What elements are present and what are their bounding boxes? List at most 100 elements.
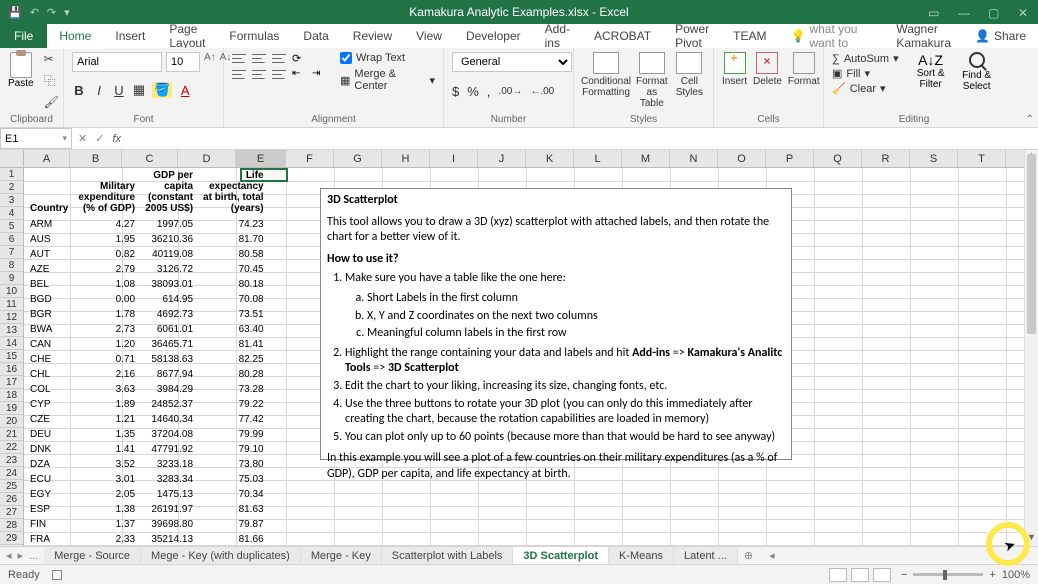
insert-cells-button[interactable]: Insert bbox=[722, 52, 747, 87]
hscroll-left-icon[interactable]: ◂ bbox=[765, 547, 779, 564]
align-top-icon[interactable] bbox=[232, 52, 246, 64]
cancel-formula-icon[interactable]: ✕ bbox=[78, 132, 87, 145]
row-header-16[interactable]: 16 bbox=[0, 363, 23, 376]
format-painter-icon[interactable]: 🖌 bbox=[44, 95, 59, 109]
align-center-icon[interactable] bbox=[252, 68, 266, 80]
share-button[interactable]: 👤 Share bbox=[963, 24, 1038, 48]
format-cells-button[interactable]: Format bbox=[788, 52, 820, 87]
row-header-26[interactable]: 26 bbox=[0, 493, 23, 506]
tab-view[interactable]: View bbox=[404, 24, 454, 48]
row-header-13[interactable]: 13 bbox=[0, 324, 23, 337]
align-right-icon[interactable] bbox=[272, 68, 286, 80]
tab-team[interactable]: TEAM bbox=[721, 24, 778, 48]
col-header-G[interactable]: G bbox=[334, 150, 382, 167]
row-header-12[interactable]: 12 bbox=[0, 311, 23, 324]
row-header-2[interactable]: 2 bbox=[0, 181, 23, 194]
zoom-slider[interactable] bbox=[913, 573, 983, 576]
row-header-6[interactable]: 6 bbox=[0, 233, 23, 246]
col-header-C[interactable]: C bbox=[122, 150, 178, 167]
row-header-29[interactable]: 29 bbox=[0, 532, 23, 545]
undo-icon[interactable]: ↶ bbox=[30, 6, 39, 19]
view-normal-icon[interactable] bbox=[829, 568, 847, 582]
tell-me-search[interactable]: 💡 Tell me what you want to do... bbox=[778, 24, 884, 48]
accounting-icon[interactable]: $ bbox=[452, 84, 459, 99]
scroll-down-icon[interactable]: ▼ bbox=[1025, 532, 1038, 546]
tab-file[interactable]: File bbox=[0, 24, 47, 48]
row-header-23[interactable]: 23 bbox=[0, 454, 23, 467]
zoom-in-icon[interactable]: + bbox=[989, 569, 995, 581]
tab-powerpivot[interactable]: Power Pivot bbox=[663, 24, 721, 48]
scroll-thumb[interactable] bbox=[1027, 154, 1036, 334]
align-left-icon[interactable] bbox=[232, 68, 246, 80]
align-bottom-icon[interactable] bbox=[272, 52, 286, 64]
view-pagelayout-icon[interactable] bbox=[851, 568, 869, 582]
col-header-S[interactable]: S bbox=[910, 150, 958, 167]
orientation-icon[interactable]: ⟳ bbox=[292, 52, 306, 64]
tab-insert[interactable]: Insert bbox=[103, 24, 157, 48]
collapse-ribbon-icon[interactable]: ⌃ bbox=[1026, 114, 1034, 125]
increase-font-icon[interactable]: A↑ bbox=[204, 52, 216, 72]
col-header-L[interactable]: L bbox=[574, 150, 622, 167]
col-header-B[interactable]: B bbox=[70, 150, 122, 167]
row-header-21[interactable]: 21 bbox=[0, 428, 23, 441]
tab-formulas[interactable]: Formulas bbox=[217, 24, 291, 48]
col-header-Q[interactable]: Q bbox=[814, 150, 862, 167]
row-header-3[interactable]: 3 bbox=[0, 194, 23, 207]
sheet-tab-merge-source[interactable]: Merge - Source bbox=[44, 547, 141, 564]
macro-record-icon[interactable] bbox=[52, 570, 62, 580]
paste-button[interactable]: Paste bbox=[8, 52, 34, 89]
row-header-1[interactable]: 1 bbox=[0, 168, 23, 181]
minimize-icon[interactable]: — bbox=[958, 6, 970, 18]
tab-scroll-left-icon[interactable]: ◂ bbox=[6, 549, 12, 562]
number-format-select[interactable]: General bbox=[452, 52, 572, 72]
decrease-decimal-icon[interactable]: ←.00 bbox=[530, 86, 554, 97]
row-header-4[interactable]: 4 bbox=[0, 207, 23, 220]
decrease-indent-icon[interactable]: ⇤ bbox=[292, 68, 306, 80]
row-header-28[interactable]: 28 bbox=[0, 519, 23, 532]
vertical-scrollbar[interactable]: ▲ ▼ bbox=[1024, 150, 1038, 546]
percent-icon[interactable]: % bbox=[467, 84, 479, 99]
tab-home[interactable]: Home bbox=[47, 24, 103, 48]
col-header-R[interactable]: R bbox=[862, 150, 910, 167]
col-header-F[interactable]: F bbox=[286, 150, 334, 167]
increase-indent-icon[interactable]: ⇥ bbox=[312, 68, 326, 80]
tab-scroll-right-icon[interactable]: ▸ bbox=[18, 549, 24, 562]
row-header-9[interactable]: 9 bbox=[0, 272, 23, 285]
save-icon[interactable]: 💾 bbox=[8, 6, 22, 19]
sheet-tab-scatterplot-labels[interactable]: Scatterplot with Labels bbox=[382, 547, 514, 564]
sheet-tab-latent[interactable]: Latent ... bbox=[674, 547, 738, 564]
row-header-14[interactable]: 14 bbox=[0, 337, 23, 350]
select-all-corner[interactable] bbox=[0, 150, 24, 167]
format-as-table-button[interactable]: Format as Table bbox=[636, 52, 668, 109]
user-name[interactable]: Wagner Kamakura bbox=[884, 24, 963, 48]
cut-icon[interactable]: ✂ bbox=[44, 52, 59, 66]
font-color-icon[interactable]: A bbox=[178, 83, 192, 98]
row-header-19[interactable]: 19 bbox=[0, 402, 23, 415]
col-header-A[interactable]: A bbox=[24, 150, 70, 167]
col-header-T[interactable]: T bbox=[958, 150, 1006, 167]
sheet-tab-3d-scatterplot[interactable]: 3D Scatterplot bbox=[513, 547, 609, 564]
row-header-24[interactable]: 24 bbox=[0, 467, 23, 480]
col-header-J[interactable]: J bbox=[478, 150, 526, 167]
col-header-I[interactable]: I bbox=[430, 150, 478, 167]
merge-center-button[interactable]: ▦ Merge & Center ▾ bbox=[340, 68, 435, 92]
row-header-10[interactable]: 10 bbox=[0, 285, 23, 298]
delete-cells-button[interactable]: Delete bbox=[753, 52, 782, 87]
row-header-8[interactable]: 8 bbox=[0, 259, 23, 272]
row-header-5[interactable]: 5 bbox=[0, 220, 23, 233]
new-sheet-button[interactable]: ⊕ bbox=[738, 547, 759, 564]
conditional-formatting-button[interactable]: Conditional Formatting bbox=[582, 52, 630, 98]
align-middle-icon[interactable] bbox=[252, 52, 266, 64]
formula-input[interactable] bbox=[127, 128, 1038, 149]
italic-button[interactable]: I bbox=[92, 83, 106, 98]
close-icon[interactable]: ✕ bbox=[1018, 6, 1030, 18]
view-pagebreak-icon[interactable] bbox=[873, 568, 891, 582]
tab-more[interactable]: ... bbox=[29, 550, 38, 562]
col-header-M[interactable]: M bbox=[622, 150, 670, 167]
clear-button[interactable]: 🧹 Clear ▾ bbox=[832, 82, 899, 95]
ribbon-options-icon[interactable]: ▭ bbox=[928, 6, 940, 18]
zoom-out-icon[interactable]: − bbox=[901, 569, 907, 581]
font-size-input[interactable] bbox=[166, 52, 200, 72]
tab-addins[interactable]: Add-ins bbox=[533, 24, 582, 48]
col-header-K[interactable]: K bbox=[526, 150, 574, 167]
